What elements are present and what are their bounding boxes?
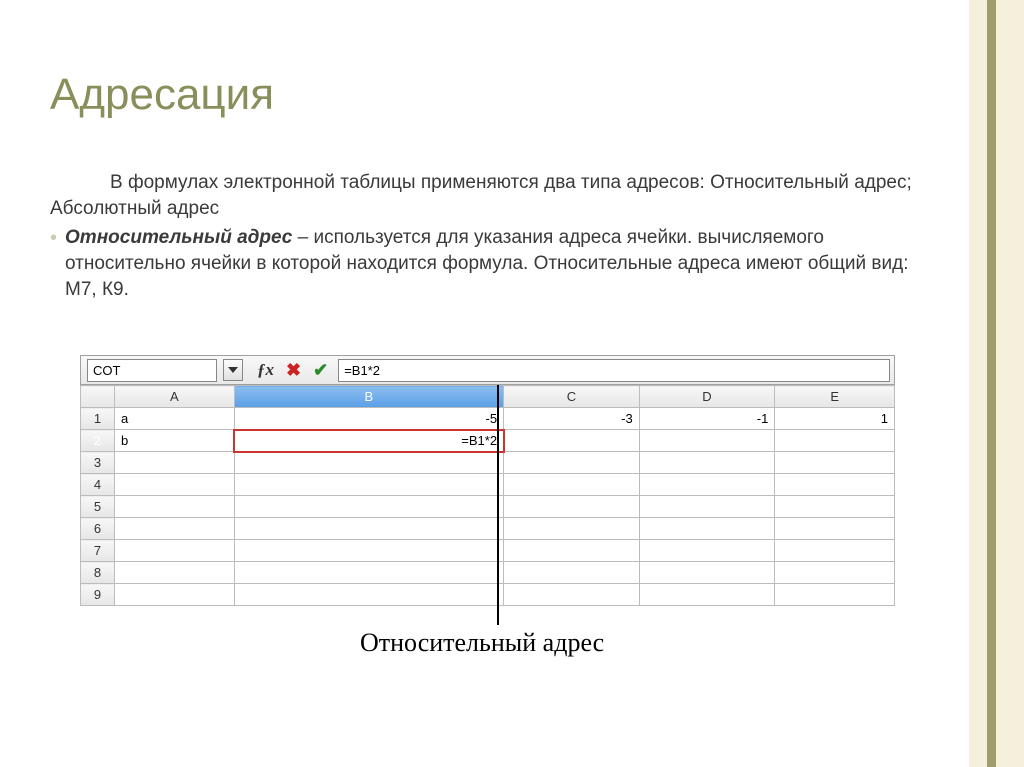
cell-a5[interactable]	[115, 496, 235, 518]
formula-bar: COT ƒx ✖ ✔ =B1*2	[80, 355, 895, 385]
cell-d4[interactable]	[639, 474, 775, 496]
row-header-3[interactable]: 3	[81, 452, 115, 474]
name-box[interactable]: COT	[87, 359, 217, 382]
slide-title: Адресация	[50, 70, 274, 120]
right-accent-narrow	[987, 0, 996, 767]
cell-d6[interactable]	[639, 518, 775, 540]
namebox-dropdown[interactable]	[223, 359, 243, 381]
bullet-text: Относительный адрес – используется для у…	[65, 225, 934, 302]
cell-e2[interactable]	[775, 430, 895, 452]
chevron-down-icon	[228, 367, 238, 373]
cell-b8[interactable]	[234, 562, 503, 584]
col-header-b[interactable]: B	[234, 386, 503, 408]
row-header-2[interactable]: 2	[81, 430, 115, 452]
fx-icon[interactable]: ƒx	[257, 360, 274, 380]
row-header-8[interactable]: 8	[81, 562, 115, 584]
callout-line	[497, 385, 499, 625]
row-header-1[interactable]: 1	[81, 408, 115, 430]
cell-b1[interactable]: -5	[234, 408, 503, 430]
cell-c4[interactable]	[504, 474, 640, 496]
cell-d9[interactable]	[639, 584, 775, 606]
cell-e3[interactable]	[775, 452, 895, 474]
spreadsheet-screenshot: COT ƒx ✖ ✔ =B1*2 A B C D E 1 a	[80, 355, 895, 606]
paragraph-intro: В формулах электронной таблицы применяют…	[50, 170, 934, 221]
spreadsheet-grid: A B C D E 1 a -5 -3 -1 1 2 b =B1*2	[80, 385, 895, 606]
row-header-9[interactable]: 9	[81, 584, 115, 606]
cell-b6[interactable]	[234, 518, 503, 540]
cell-a3[interactable]	[115, 452, 235, 474]
cell-d7[interactable]	[639, 540, 775, 562]
accept-icon[interactable]: ✔	[313, 360, 328, 381]
cell-c8[interactable]	[504, 562, 640, 584]
cell-e4[interactable]	[775, 474, 895, 496]
col-header-a[interactable]: A	[115, 386, 235, 408]
cell-d1[interactable]: -1	[639, 408, 775, 430]
right-accent-wide	[969, 0, 1024, 767]
cell-c7[interactable]	[504, 540, 640, 562]
cancel-icon[interactable]: ✖	[286, 360, 301, 381]
cell-d3[interactable]	[639, 452, 775, 474]
col-header-e[interactable]: E	[775, 386, 895, 408]
cell-d8[interactable]	[639, 562, 775, 584]
cell-a7[interactable]	[115, 540, 235, 562]
cell-b4[interactable]	[234, 474, 503, 496]
row-header-4[interactable]: 4	[81, 474, 115, 496]
cell-b7[interactable]	[234, 540, 503, 562]
cell-e7[interactable]	[775, 540, 895, 562]
col-header-d[interactable]: D	[639, 386, 775, 408]
cell-c1[interactable]: -3	[504, 408, 640, 430]
cell-a2[interactable]: b	[115, 430, 235, 452]
cell-c9[interactable]	[504, 584, 640, 606]
callout-label: Относительный адрес	[360, 628, 604, 658]
cell-b2[interactable]: =B1*2	[234, 430, 503, 452]
slide-content: В формулах электронной таблицы применяют…	[50, 170, 934, 302]
corner-header[interactable]	[81, 386, 115, 408]
cell-c3[interactable]	[504, 452, 640, 474]
row-header-6[interactable]: 6	[81, 518, 115, 540]
cell-d2[interactable]	[639, 430, 775, 452]
cell-a6[interactable]	[115, 518, 235, 540]
bullet-term: Относительный адрес	[65, 227, 292, 248]
cell-c6[interactable]	[504, 518, 640, 540]
cell-e5[interactable]	[775, 496, 895, 518]
cell-a8[interactable]	[115, 562, 235, 584]
cell-e8[interactable]	[775, 562, 895, 584]
cell-d5[interactable]	[639, 496, 775, 518]
row-header-5[interactable]: 5	[81, 496, 115, 518]
cell-b5[interactable]	[234, 496, 503, 518]
col-header-c[interactable]: C	[504, 386, 640, 408]
cell-e6[interactable]	[775, 518, 895, 540]
cell-a4[interactable]	[115, 474, 235, 496]
cell-a1[interactable]: a	[115, 408, 235, 430]
cell-c2[interactable]	[504, 430, 640, 452]
cell-e9[interactable]	[775, 584, 895, 606]
cell-c5[interactable]	[504, 496, 640, 518]
formula-input[interactable]: =B1*2	[338, 359, 890, 382]
row-header-7[interactable]: 7	[81, 540, 115, 562]
bullet-item: • Относительный адрес – используется для…	[50, 225, 934, 302]
cell-b9[interactable]	[234, 584, 503, 606]
bullet-dot-icon: •	[50, 225, 57, 252]
cell-b3[interactable]	[234, 452, 503, 474]
cell-a9[interactable]	[115, 584, 235, 606]
cell-e1[interactable]: 1	[775, 408, 895, 430]
